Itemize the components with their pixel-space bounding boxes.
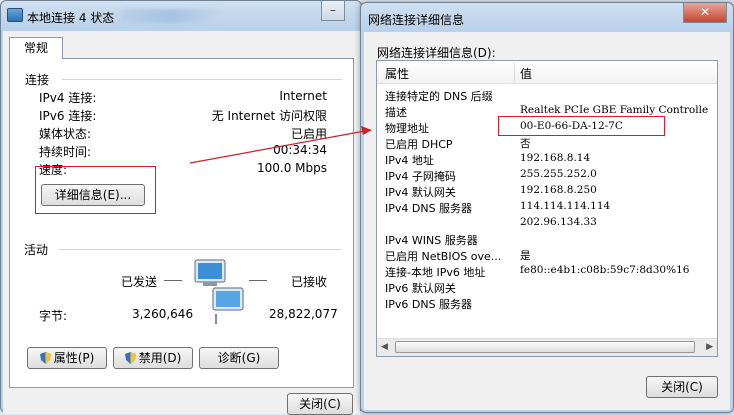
- shield-icon: [39, 352, 51, 364]
- table-row[interactable]: IPv4 地址 192.168.8.14: [377, 152, 701, 168]
- row-property: 连接特定的 DNS 后缀: [385, 90, 493, 103]
- row-property: 已启用 DHCP: [385, 138, 453, 151]
- received-line: [249, 280, 267, 281]
- scroll-right-icon[interactable]: ▶: [706, 342, 713, 352]
- status-titlebar[interactable]: 本地连接 4 状态 –: [1, 1, 361, 31]
- media-state-value: 已启用: [290, 127, 327, 141]
- table-row[interactable]: IPv6 默认网关: [377, 280, 701, 296]
- table-row[interactable]: 202.96.134.33: [377, 216, 701, 232]
- bytes-received-value: 28,822,077: [269, 307, 338, 321]
- row-property: IPv4 子网掩码: [385, 170, 456, 183]
- ipv4-connection-value: Internet: [279, 89, 327, 103]
- shield-icon: [124, 352, 136, 364]
- sent-label: 已发送: [121, 275, 158, 289]
- column-header-property[interactable]: 属性: [385, 65, 409, 82]
- detail-titlebar[interactable]: 网络连接详细信息 ✕: [361, 3, 733, 33]
- row-property: IPv4 DNS 服务器: [385, 202, 473, 215]
- row-property: 描述: [385, 106, 407, 119]
- table-row[interactable]: 连接-本地 IPv6 地址 fe80::e4b1:c08b:59c7:8d30%1…: [377, 264, 701, 280]
- row-property: IPv6 默认网关: [385, 282, 456, 295]
- table-row[interactable]: IPv4 WINS 服务器: [377, 232, 701, 248]
- diagnose-button[interactable]: 诊断(G): [199, 347, 279, 369]
- ipv4-connection-label: IPv4 连接:: [39, 91, 97, 105]
- detail-close-button[interactable]: 关闭(C): [646, 376, 718, 398]
- table-row[interactable]: 已启用 DHCP 否: [377, 136, 701, 152]
- ipv6-connection-value: 无 Internet 访问权限: [211, 109, 327, 123]
- details-highlight-box: [35, 166, 156, 214]
- table-row[interactable]: 连接特定的 DNS 后缀: [377, 88, 701, 104]
- activity-header: 活动: [24, 243, 49, 257]
- row-property: IPv4 地址: [385, 154, 434, 167]
- row-property: 已启用 NetBIOS ove...: [385, 250, 502, 263]
- table-row[interactable]: IPv4 默认网关 192.168.8.250: [377, 184, 701, 200]
- scrollbar-thumb[interactable]: [395, 341, 695, 353]
- detail-list-label: 网络连接详细信息(D):: [377, 46, 496, 60]
- speed-value: 100.0 Mbps: [256, 161, 327, 175]
- activity-separator: [59, 249, 341, 250]
- minimize-button[interactable]: –: [321, 1, 345, 21]
- row-property: IPv6 DNS 服务器: [385, 298, 473, 311]
- disable-button[interactable]: 禁用(D): [113, 347, 193, 369]
- bytes-label: 字节:: [39, 309, 68, 323]
- media-state-label: 媒体状态:: [39, 127, 92, 141]
- horizontal-scrollbar[interactable]: ◀ ▶: [377, 338, 717, 356]
- row-value: fe80::e4b1:c08b:59c7:8d30%16: [520, 264, 690, 276]
- row-property: 连接-本地 IPv6 地址: [385, 266, 486, 279]
- row-value: 202.96.134.33: [520, 216, 597, 228]
- network-icon: [7, 8, 23, 22]
- row-property: IPv4 WINS 服务器: [385, 234, 478, 247]
- column-divider[interactable]: [514, 63, 515, 81]
- detail-window-title: 网络连接详细信息: [368, 13, 465, 27]
- row-value: 255.255.252.0: [520, 168, 597, 180]
- table-row[interactable]: IPv6 DNS 服务器: [377, 296, 701, 312]
- details-list[interactable]: 属性 值 连接特定的 DNS 后缀 描述 Realtek PCIe GBE Fami…: [376, 60, 718, 357]
- row-value: 192.168.8.250: [520, 184, 597, 196]
- blurred-title-area: [121, 9, 221, 23]
- disable-button-label: 禁用(D): [138, 351, 182, 365]
- received-label: 已接收: [291, 275, 328, 289]
- row-property: 物理地址: [385, 122, 429, 135]
- row-value: 192.168.8.14: [520, 152, 591, 164]
- row-property: IPv4 默认网关: [385, 186, 456, 199]
- status-close-button[interactable]: 关闭(C): [287, 393, 353, 415]
- detail-close-icon[interactable]: ✕: [683, 3, 727, 23]
- connection-header: 连接: [25, 73, 50, 87]
- properties-button-label: 属性(P): [53, 351, 95, 365]
- table-row[interactable]: IPv4 DNS 服务器 114.114.114.114: [377, 200, 701, 216]
- duration-value: 00:34:34: [273, 143, 327, 157]
- status-window-title: 本地连接 4 状态: [27, 11, 115, 25]
- details-list-header: 属性 值: [377, 61, 717, 84]
- mac-highlight-box: [498, 116, 665, 136]
- network-computer-icon: [194, 259, 244, 324]
- connection-separator: [62, 79, 342, 80]
- properties-button[interactable]: 属性(P): [27, 347, 107, 369]
- table-row[interactable]: 已启用 NetBIOS ove... 是: [377, 248, 701, 264]
- row-value: 114.114.114.114: [520, 200, 611, 212]
- sent-line: [164, 280, 182, 281]
- scroll-left-icon[interactable]: ◀: [381, 342, 388, 352]
- row-value: 否: [520, 138, 531, 150]
- duration-label: 持续时间:: [39, 145, 92, 159]
- column-header-value[interactable]: 值: [520, 65, 532, 82]
- table-row[interactable]: IPv4 子网掩码 255.255.252.0: [377, 168, 701, 184]
- row-value: Realtek PCIe GBE Family Controlle: [520, 104, 709, 116]
- ipv6-connection-label: IPv6 连接:: [39, 109, 97, 123]
- row-value: 是: [520, 250, 531, 262]
- tab-general[interactable]: 常规: [9, 37, 63, 59]
- bytes-sent-value: 3,260,646: [132, 307, 194, 321]
